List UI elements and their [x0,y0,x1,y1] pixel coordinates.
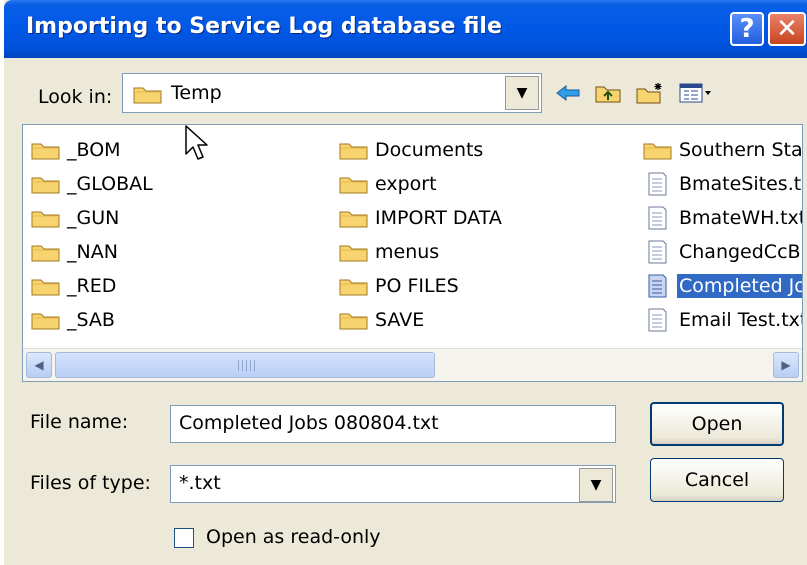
item-label: export [375,173,437,195]
item-label: IMPORT DATA [375,207,502,229]
list-item[interactable]: Southern Stat [643,133,803,167]
open-button[interactable]: Open [650,402,784,446]
help-button[interactable]: ? [730,12,764,46]
folder-icon [31,171,65,197]
dialog-title: Importing to Service Log database file [26,14,502,39]
mouse-cursor-icon [185,125,208,160]
list-item[interactable]: export [339,167,504,201]
list-item[interactable]: _SAB [31,303,155,337]
text-file-icon [643,239,677,265]
list-item[interactable]: _GLOBAL [31,167,155,201]
file-list[interactable]: _BOM _GLOBAL _GUN _NAN _RED _SAB Documen… [22,124,803,382]
folder-icon [339,205,373,231]
folder-icon [339,239,373,265]
list-item[interactable]: Documents [339,133,504,167]
item-label: Completed Jo [677,274,802,298]
item-label: _RED [67,275,117,297]
text-file-icon [643,171,677,197]
list-item[interactable]: PO FILES [339,269,504,303]
list-item[interactable]: SAVE [339,303,504,337]
files-of-type-label: Files of type: [30,472,151,494]
file-column-3: Southern Stat BmateSites.tx BmateWH.txt … [643,133,803,337]
item-label: _GUN [67,207,120,229]
title-bar[interactable]: Importing to Service Log database file ?… [4,0,807,58]
look-in-label: Look in: [38,86,113,108]
item-label: Email Test.txt [679,309,803,331]
file-column-2: Documents export IMPORT DATA menus PO FI… [339,133,504,337]
text-file-icon [643,307,677,333]
folder-icon [31,239,65,265]
folder-icon [339,137,373,163]
folder-icon [133,84,163,109]
list-item[interactable]: BmateWH.txt [643,201,803,235]
item-label: _SAB [67,309,115,331]
chevron-down-icon[interactable]: ▼ [579,468,613,502]
item-label: _BOM [67,139,121,161]
scroll-thumb[interactable] [55,352,435,378]
view-menu-icon[interactable] [676,78,716,108]
read-only-checkbox[interactable] [174,528,194,548]
files-of-type-dropdown[interactable]: *.txt ▼ [170,465,616,503]
scroll-left-button[interactable]: ◀ [26,352,52,378]
folder-icon [339,307,373,333]
folder-icon [643,137,677,163]
item-label: Documents [375,139,484,161]
open-file-dialog: Importing to Service Log database file ?… [4,0,807,565]
file-name-label: File name: [30,411,129,433]
look-in-value: Temp [171,82,222,104]
scroll-right-button[interactable]: ▶ [773,352,799,378]
item-label: menus [375,241,440,263]
item-label: BmateSites.tx [679,173,803,195]
list-item[interactable]: IMPORT DATA [339,201,504,235]
file-name-input[interactable]: Completed Jobs 080804.txt [170,405,616,443]
chevron-down-icon[interactable]: ▼ [505,76,539,110]
up-folder-icon[interactable] [592,78,624,108]
item-label: Southern Stat [679,139,803,161]
item-label: SAVE [375,309,425,331]
item-label: ChangedCcBl [679,241,803,263]
item-label: _NAN [67,241,118,263]
text-file-icon [643,205,677,231]
horizontal-scrollbar[interactable]: ◀ ▶ [23,348,802,381]
folder-icon [339,273,373,299]
look-in-dropdown[interactable]: Temp ▼ [122,73,542,113]
folder-icon [31,307,65,333]
folder-icon [31,137,65,163]
item-label: PO FILES [375,275,459,297]
list-item-selected[interactable]: Completed Jo [643,269,802,303]
cancel-button[interactable]: Cancel [650,458,784,502]
list-item[interactable]: BmateSites.tx [643,167,803,201]
new-folder-icon[interactable] [634,78,666,108]
folder-icon [31,205,65,231]
text-file-icon [643,273,677,299]
list-item[interactable]: Email Test.txt [643,303,803,337]
list-item[interactable]: _RED [31,269,155,303]
list-item[interactable]: _NAN [31,235,155,269]
back-arrow-icon[interactable] [552,78,584,108]
close-button[interactable]: ✕ [768,12,806,46]
file-column-1: _BOM _GLOBAL _GUN _NAN _RED _SAB [31,133,155,337]
list-item[interactable]: ChangedCcBl [643,235,803,269]
files-of-type-value: *.txt [179,472,221,494]
list-item[interactable]: _BOM [31,133,155,167]
read-only-label: Open as read-only [206,526,381,548]
folder-icon [31,273,65,299]
grip-icon [238,360,256,371]
folder-icon [339,171,373,197]
item-label: _GLOBAL [67,173,153,195]
list-item[interactable]: menus [339,235,504,269]
list-item[interactable]: _GUN [31,201,155,235]
item-label: BmateWH.txt [679,207,803,229]
